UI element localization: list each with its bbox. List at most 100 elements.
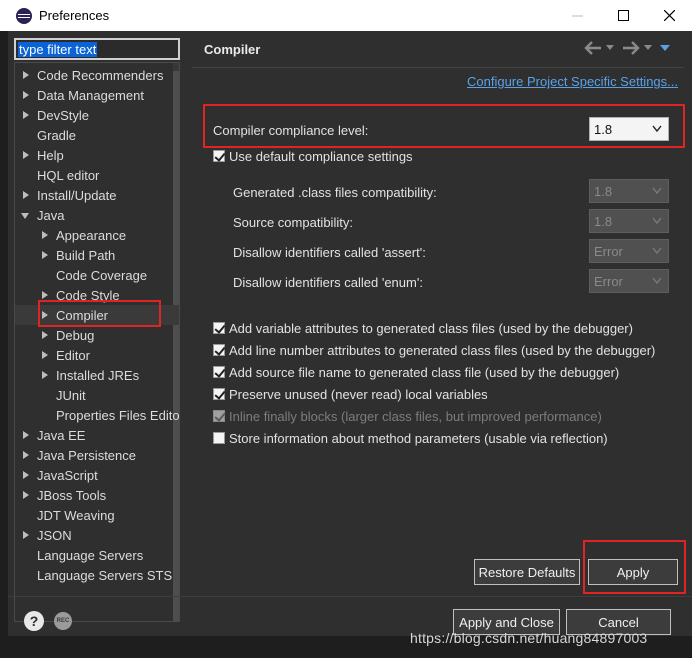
window-controls [554,0,692,31]
use-default-compliance-checkbox[interactable] [213,150,225,162]
option-add-variable-attributes-to-generated-class-files-row[interactable]: Add variable attributes to generated cla… [213,318,633,338]
chevron-down-icon [644,45,652,50]
tree-item-label: Code Recommenders [37,67,164,83]
source-compatibility-value: 1.8 [594,213,613,229]
tree-item-language-servers-sts[interactable]: Language Servers STS [15,565,179,585]
tree-item-jdt-weaving[interactable]: JDT Weaving [15,505,179,525]
forward-menu-button[interactable] [644,45,652,51]
generated-class-files-compatibility-select: 1.8 [589,179,669,203]
compliance-level-label: Compiler compliance level: [213,122,369,138]
record-macro-icon[interactable]: REC [54,612,72,630]
configure-project-specific-settings-link[interactable]: Configure Project Specific Settings... [467,74,678,89]
option-add-line-number-attributes-to-generated-class-files-label: Add line number attributes to generated … [229,342,656,358]
tree-item-label: Install/Update [37,187,117,203]
option-add-variable-attributes-to-generated-class-files-checkbox[interactable] [213,322,225,334]
expand-arrow-icon[interactable] [38,285,52,305]
expand-arrow-icon[interactable] [19,145,33,165]
expand-arrow-icon[interactable] [19,445,33,465]
option-add-line-number-attributes-to-generated-class-files-row[interactable]: Add line number attributes to generated … [213,340,655,360]
chevron-down-icon [652,217,662,225]
chevron-down-icon [606,45,614,50]
tree-item-label: Appearance [56,227,127,243]
maximize-button[interactable] [600,0,646,31]
tree-item-gradle[interactable]: Gradle [15,125,179,145]
expand-arrow-icon[interactable] [38,365,52,385]
option-add-line-number-attributes-to-generated-class-files-checkbox[interactable] [213,344,225,356]
expand-arrow-icon[interactable] [38,305,52,325]
tree-item-properties-files-edito[interactable]: Properties Files Edito [15,405,179,425]
minimize-button[interactable] [554,0,600,31]
apply-button[interactable]: Apply [588,559,678,585]
disallow-identifiers-called-assert-label: Disallow identifiers called 'assert': [233,244,426,260]
compliance-level-select[interactable]: 1.8 [589,117,669,141]
window-title: Preferences [39,8,110,23]
option-preserve-unused-row[interactable]: Preserve unused (never read) local varia… [213,384,488,404]
expand-arrow-icon[interactable] [19,105,33,125]
option-preserve-unused-checkbox[interactable] [213,388,225,400]
restore-defaults-button[interactable]: Restore Defaults [474,559,580,585]
tree-item-compiler[interactable]: Compiler [15,305,179,325]
tree-item-hql-editor[interactable]: HQL editor [15,165,179,185]
tree-item-editor[interactable]: Editor [15,345,179,365]
tree-item-label: Language Servers STS [37,567,173,583]
disallow-identifiers-called-assert-value: Error [594,243,623,259]
generated-class-files-compatibility-label: Generated .class files compatibility: [233,184,437,200]
tree-item-code-coverage[interactable]: Code Coverage [15,265,179,285]
tree-item-java-ee[interactable]: Java EE [15,425,179,445]
source-compatibility-row: Source compatibility: [233,212,353,232]
close-button[interactable] [646,0,692,31]
expand-arrow-icon[interactable] [38,225,52,245]
tree-item-label: Java [37,207,65,223]
forward-button[interactable] [622,41,640,55]
expand-arrow-icon[interactable] [19,425,33,445]
generated-class-files-compatibility-row: Generated .class files compatibility: [233,182,437,202]
view-menu-button[interactable] [660,44,670,52]
tree-item-java-persistence[interactable]: Java Persistence [15,445,179,465]
apply-and-close-label: Apply and Close [459,614,554,630]
back-menu-button[interactable] [606,45,614,51]
tree-item-appearance[interactable]: Appearance [15,225,179,245]
option-preserve-unused-label: Preserve unused (never read) local varia… [229,386,488,402]
expand-arrow-icon[interactable] [19,65,33,85]
tree-item-language-servers[interactable]: Language Servers [15,545,179,565]
tree-item-jboss-tools[interactable]: JBoss Tools [15,485,179,505]
tree-item-javascript[interactable]: JavaScript [15,465,179,485]
expand-arrow-icon[interactable] [19,525,33,545]
close-icon [663,10,675,21]
tree-item-install-update[interactable]: Install/Update [15,185,179,205]
tree-item-devstyle[interactable]: DevStyle [15,105,179,125]
tree-item-java[interactable]: Java [15,205,179,225]
option-store-information-about-method-parameters-row[interactable]: Store information about method parameter… [213,428,608,448]
filter-input[interactable]: type filter text [14,38,180,60]
use-default-compliance-row[interactable]: Use default compliance settings [213,146,413,166]
tree-item-data-management[interactable]: Data Management [15,85,179,105]
expand-arrow-icon[interactable] [38,245,52,265]
tree-item-debug[interactable]: Debug [15,325,179,345]
tree-item-build-path[interactable]: Build Path [15,245,179,265]
tree-item-junit[interactable]: JUnit [15,385,179,405]
expand-arrow-icon[interactable] [38,325,52,345]
tree-item-help[interactable]: Help [15,145,179,165]
collapse-arrow-icon[interactable] [19,205,33,225]
disallow-identifiers-called-enum-value: Error [594,273,623,289]
expand-arrow-icon[interactable] [19,185,33,205]
option-add-source-file-name-to-generated-class-file-row[interactable]: Add source file name to generated class … [213,362,619,382]
option-store-information-about-method-parameters-checkbox[interactable] [213,432,225,444]
footer-separator [8,596,692,597]
expand-arrow-icon[interactable] [19,85,33,105]
tree-item-label: JDT Weaving [37,507,115,523]
tree-item-installed-jres[interactable]: Installed JREs [15,365,179,385]
expand-arrow-icon[interactable] [19,485,33,505]
tree-item-json[interactable]: JSON [15,525,179,545]
option-add-source-file-name-to-generated-class-file-checkbox[interactable] [213,366,225,378]
back-button[interactable] [584,41,602,55]
help-icon[interactable]: ? [24,611,44,631]
tree-item-code-style[interactable]: Code Style [15,285,179,305]
option-inline-finally-blocks-checkbox [213,410,225,422]
expand-arrow-icon[interactable] [38,345,52,365]
tree-item-code-recommenders[interactable]: Code Recommenders [15,65,179,85]
expand-arrow-icon[interactable] [19,465,33,485]
tree-item-label: JBoss Tools [37,487,107,503]
